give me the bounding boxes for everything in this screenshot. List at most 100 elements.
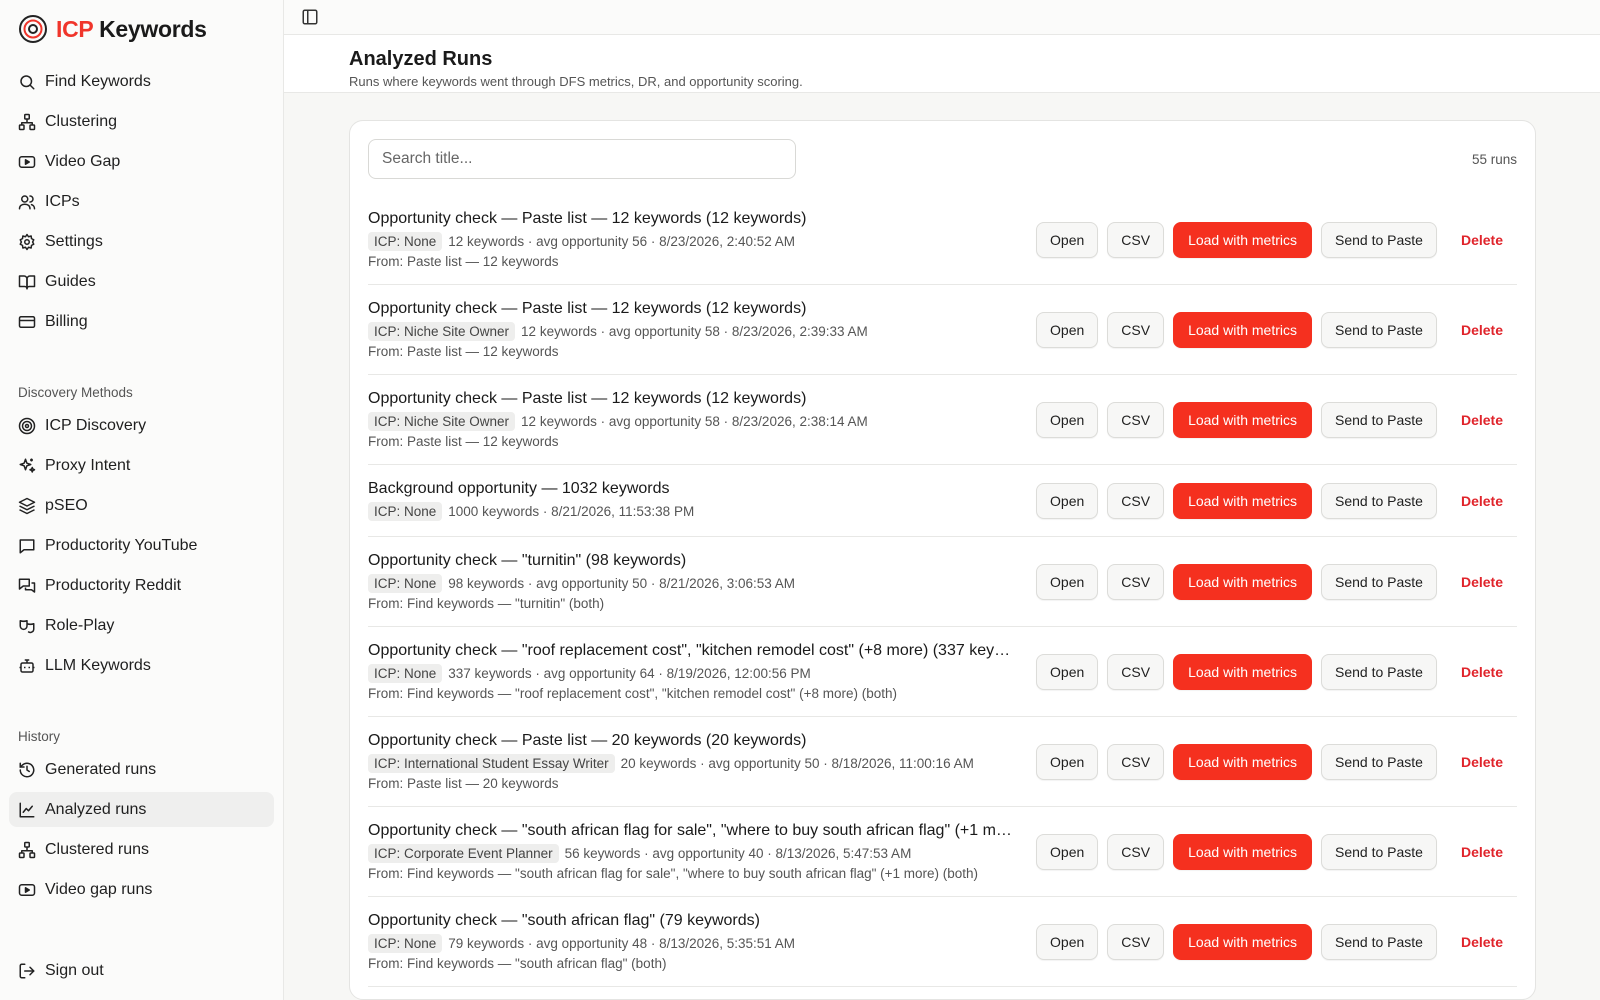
load-with-metrics-button[interactable]: Load with metrics: [1173, 923, 1313, 960]
brand[interactable]: ICP Keywords: [0, 0, 283, 58]
send-to-paste-button[interactable]: Send to Paste: [1321, 221, 1437, 258]
run-meta-text: 12 keywords · avg opportunity 58 · 8/23/…: [521, 324, 868, 339]
users-icon: [18, 194, 36, 209]
csv-button[interactable]: CSV: [1107, 833, 1165, 870]
sidebar-item-proxy-intent[interactable]: Proxy Intent: [9, 448, 274, 483]
sidebar-item-video-gap-runs[interactable]: Video gap runs: [9, 872, 274, 907]
load-with-metrics-button[interactable]: Load with metrics: [1173, 482, 1313, 519]
run-title[interactable]: Background opportunity — 1032 keywords: [368, 480, 1013, 498]
run-title[interactable]: Opportunity check — Paste list — 12 keyw…: [368, 390, 1013, 408]
csv-button[interactable]: CSV: [1107, 923, 1165, 960]
open-button[interactable]: Open: [1036, 833, 1099, 870]
open-button[interactable]: Open: [1036, 482, 1099, 519]
csv-button[interactable]: CSV: [1107, 743, 1165, 780]
run-title[interactable]: Opportunity check — "south african flag …: [368, 822, 1013, 840]
delete-button[interactable]: Delete: [1447, 744, 1517, 780]
delete-button[interactable]: Delete: [1447, 402, 1517, 438]
send-to-paste-button[interactable]: Send to Paste: [1321, 563, 1437, 600]
open-button[interactable]: Open: [1036, 311, 1099, 348]
sidebar-item-settings[interactable]: Settings: [9, 224, 274, 259]
run-title[interactable]: Opportunity check — Paste list — 12 keyw…: [368, 300, 1013, 318]
open-button[interactable]: Open: [1036, 743, 1099, 780]
send-to-paste-button[interactable]: Send to Paste: [1321, 482, 1437, 519]
send-to-paste-button[interactable]: Send to Paste: [1321, 833, 1437, 870]
sign-out-button[interactable]: Sign out: [9, 953, 274, 988]
search-input[interactable]: [368, 139, 796, 179]
sidebar-item-label: ICPs: [45, 192, 80, 210]
sidebar-toggle-icon[interactable]: [301, 8, 319, 26]
sidebar-item-label: Billing: [45, 312, 88, 330]
delete-button[interactable]: Delete: [1447, 312, 1517, 348]
delete-button[interactable]: Delete: [1447, 834, 1517, 870]
send-to-paste-button[interactable]: Send to Paste: [1321, 923, 1437, 960]
delete-button[interactable]: Delete: [1447, 222, 1517, 258]
credit-card-icon: [18, 315, 36, 328]
load-with-metrics-button[interactable]: Load with metrics: [1173, 563, 1313, 600]
csv-button[interactable]: CSV: [1107, 221, 1165, 258]
sidebar-item-icp-discovery[interactable]: ICP Discovery: [9, 408, 274, 443]
sidebar-item-generated-runs[interactable]: Generated runs: [9, 752, 274, 787]
video-icon: [18, 883, 36, 896]
sidebar-item-video-gap[interactable]: Video Gap: [9, 144, 274, 179]
open-button[interactable]: Open: [1036, 923, 1099, 960]
sidebar-item-pseo[interactable]: pSEO: [9, 488, 274, 523]
run-source: From: Paste list — 12 keywords: [368, 254, 559, 269]
sidebar-item-productority-youtube[interactable]: Productority YouTube: [9, 528, 274, 563]
sidebar-item-productority-reddit[interactable]: Productority Reddit: [9, 568, 274, 603]
open-button[interactable]: Open: [1036, 401, 1099, 438]
sidebar-item-find-keywords[interactable]: Find Keywords: [9, 64, 274, 99]
run-source: From: Paste list — 12 keywords: [368, 434, 559, 449]
load-with-metrics-button[interactable]: Load with metrics: [1173, 653, 1313, 690]
load-with-metrics-button[interactable]: Load with metrics: [1173, 221, 1313, 258]
csv-button[interactable]: CSV: [1107, 401, 1165, 438]
history-nav: Generated runs Analyzed runs Clustered r…: [0, 752, 283, 907]
sidebar-item-role-play[interactable]: Role-Play: [9, 608, 274, 643]
discovery-nav: ICP Discovery Proxy Intent pSEO Producto…: [0, 408, 283, 683]
load-with-metrics-button[interactable]: Load with metrics: [1173, 401, 1313, 438]
sidebar-item-label: Video gap runs: [45, 880, 153, 898]
run-title[interactable]: Opportunity check — Paste list — 20 keyw…: [368, 732, 1013, 750]
run-title[interactable]: Opportunity check — Paste list — 12 keyw…: [368, 210, 1013, 228]
send-to-paste-button[interactable]: Send to Paste: [1321, 743, 1437, 780]
icp-badge: ICP: None: [368, 232, 443, 251]
load-with-metrics-button[interactable]: Load with metrics: [1173, 833, 1313, 870]
sidebar-item-analyzed-runs[interactable]: Analyzed runs: [9, 792, 274, 827]
open-button[interactable]: Open: [1036, 221, 1099, 258]
run-title[interactable]: Opportunity check — "roof replacement co…: [368, 642, 1013, 660]
sidebar-item-llm-keywords[interactable]: LLM Keywords: [9, 648, 274, 683]
run-meta-text: 12 keywords · avg opportunity 56 · 8/23/…: [448, 234, 795, 249]
delete-button[interactable]: Delete: [1447, 924, 1517, 960]
send-to-paste-button[interactable]: Send to Paste: [1321, 311, 1437, 348]
run-actions: Open CSV Load with metrics Send to Paste…: [1027, 482, 1517, 519]
sidebar: ICP Keywords Find Keywords Clustering Vi…: [0, 0, 284, 1000]
run-meta-text: 56 keywords · avg opportunity 40 · 8/13/…: [564, 846, 912, 861]
sidebar-item-label: Video Gap: [45, 152, 121, 170]
sidebar-item-icps[interactable]: ICPs: [9, 184, 274, 219]
csv-button[interactable]: CSV: [1107, 311, 1165, 348]
run-title[interactable]: Opportunity check — "turnitin" (98 keywo…: [368, 552, 1013, 570]
sidebar-item-clustered-runs[interactable]: Clustered runs: [9, 832, 274, 867]
delete-button[interactable]: Delete: [1447, 654, 1517, 690]
delete-button[interactable]: Delete: [1447, 564, 1517, 600]
csv-button[interactable]: CSV: [1107, 653, 1165, 690]
send-to-paste-button[interactable]: Send to Paste: [1321, 401, 1437, 438]
sidebar-item-guides[interactable]: Guides: [9, 264, 274, 299]
load-with-metrics-button[interactable]: Load with metrics: [1173, 743, 1313, 780]
run-info: Opportunity check — Paste list — 12 keyw…: [368, 210, 1027, 269]
delete-button[interactable]: Delete: [1447, 483, 1517, 519]
run-row: Opportunity check — Paste list — 12 keyw…: [368, 375, 1517, 465]
open-button[interactable]: Open: [1036, 563, 1099, 600]
section-label-history: History: [18, 729, 61, 744]
brand-name-accent: ICP: [56, 15, 94, 42]
sidebar-item-clustering[interactable]: Clustering: [9, 104, 274, 139]
icp-badge: ICP: None: [368, 934, 443, 953]
run-row: Opportunity check — Paste list — 12 keyw…: [368, 195, 1517, 285]
open-button[interactable]: Open: [1036, 653, 1099, 690]
load-with-metrics-button[interactable]: Load with metrics: [1173, 311, 1313, 348]
csv-button[interactable]: CSV: [1107, 563, 1165, 600]
send-to-paste-button[interactable]: Send to Paste: [1321, 653, 1437, 690]
sidebar-item-billing[interactable]: Billing: [9, 304, 274, 339]
run-title[interactable]: Opportunity check — "south african flag"…: [368, 912, 1013, 930]
run-info: Opportunity check — "roof replacement co…: [368, 642, 1027, 701]
csv-button[interactable]: CSV: [1107, 482, 1165, 519]
